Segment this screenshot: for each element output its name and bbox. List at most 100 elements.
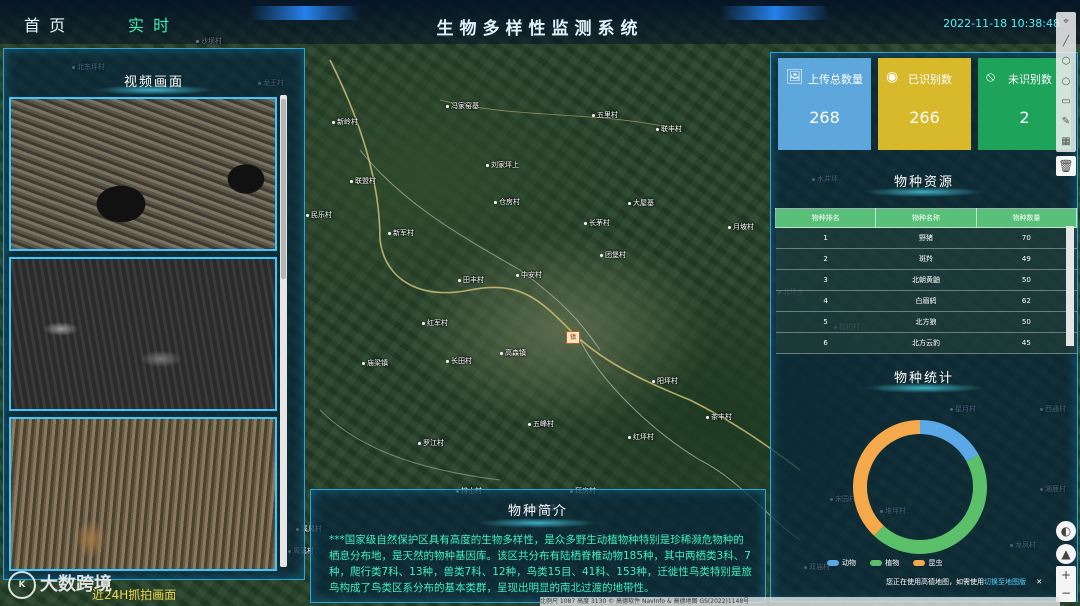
map-place-label: 联盟村: [350, 176, 376, 186]
name-cell: 斑羚: [875, 248, 977, 270]
species-intro-text: ***国家级自然保护区具有高度的生物多样性，是众多野生动植物种特别是珍稀濒危物种…: [329, 534, 752, 594]
species-intro-panel: 物种简介 ***国家级自然保护区具有高度的生物多样性，是众多野生动植物种特别是珍…: [310, 489, 766, 603]
circle-icon[interactable]: ○: [1056, 72, 1076, 92]
table-row[interactable]: 3 北朝黄鼬 50: [775, 269, 1077, 291]
video-panel-title: 视频画面: [123, 75, 184, 90]
map-place-label: 冯家窑基: [446, 101, 479, 111]
chart-legend: 动物 植物 昆虫: [815, 558, 942, 568]
compass-icon[interactable]: ▲: [1056, 544, 1076, 564]
rank-cell: 5: [775, 311, 876, 333]
rank-cell: 6: [775, 332, 876, 354]
map-place-label: 联丰村: [656, 124, 682, 134]
species-donut-chart: [853, 420, 987, 554]
video-thumbnail[interactable]: [9, 417, 277, 571]
map-place-label: 新军村: [388, 228, 414, 238]
video-panel: 视频画面: [3, 48, 305, 580]
video-scrollbar[interactable]: [280, 95, 287, 567]
donut-slice-植物[interactable]: [874, 454, 987, 554]
nav-live[interactable]: 实 时: [128, 12, 171, 36]
upload-count-value: 268: [809, 108, 840, 127]
nav-home[interactable]: 首 页: [24, 12, 67, 36]
identified-count-card[interactable]: ◉ 已识别数 266: [878, 58, 971, 150]
edit-icon[interactable]: ✎: [1056, 112, 1076, 132]
trash-icon[interactable]: 🗑: [1056, 156, 1076, 176]
zoom-in-button[interactable]: +: [1056, 566, 1076, 584]
identified-count-value: 266: [909, 108, 940, 127]
rank-cell: 3: [775, 269, 876, 291]
map-place-label: 阳坪村: [652, 376, 678, 386]
table-scrollbar[interactable]: [1066, 226, 1074, 346]
image-icon: 🖼: [786, 69, 804, 85]
eye-off-icon: ⦸: [986, 69, 996, 85]
map-place-label: 五里村: [592, 110, 618, 120]
upload-count-label: 上传总数量: [808, 73, 863, 86]
title-glow: [478, 518, 598, 528]
map-place-label: 刘家坪上: [486, 160, 519, 170]
map-place-label: 中安村: [516, 270, 542, 280]
count-cell: 50: [976, 269, 1077, 291]
legend-label-plant[interactable]: 植物: [885, 559, 899, 567]
video-thumbnail[interactable]: [9, 257, 277, 411]
rank-cell: 2: [775, 248, 876, 270]
table-row[interactable]: 5 北方狼 50: [775, 311, 1077, 333]
map-notice: 您正在使用高德地图，如需使用切换至地图版 ✕: [886, 577, 1042, 587]
donut-slice-动物[interactable]: [919, 420, 979, 462]
grid-icon[interactable]: ▦: [1056, 132, 1076, 152]
legend-swatch-plant: [870, 560, 883, 566]
table-row[interactable]: 2 斑羚 49: [775, 248, 1077, 270]
name-cell: 北方云豹: [875, 332, 977, 354]
name-cell: 北朝黄鼬: [875, 269, 977, 291]
unidentified-count-label: 未识别数: [1008, 73, 1052, 86]
name-cell: 野猪: [875, 227, 977, 249]
table-row[interactable]: 4 白眉鸫 62: [775, 290, 1077, 312]
species-stats-title: 物种统计: [893, 371, 954, 386]
table-row[interactable]: 1 野猪 70: [775, 227, 1077, 249]
map-place-label: 长茅村: [584, 218, 610, 228]
upload-count-card[interactable]: 🖼 上传总数量 268: [778, 58, 871, 150]
map-place-label: 月坡村: [728, 222, 754, 232]
table-header-row: 物种排名 物种名称 物种数量: [774, 208, 1078, 228]
rank-cell: 4: [775, 290, 876, 312]
map-toolbar: ⌖ ╱ ⬡ ○ ▭ ✎ ▦: [1056, 12, 1076, 152]
polygon-icon[interactable]: ⬡: [1056, 52, 1076, 72]
map-place-label: 大屋基: [628, 198, 654, 208]
town-marker[interactable]: 镇: [566, 331, 581, 344]
map-place-label: 仓房村: [494, 197, 520, 207]
map-place-label: 茶丰村: [706, 412, 732, 422]
logo-icon: K: [8, 571, 36, 599]
rank-cell: 1: [775, 227, 876, 249]
line-icon[interactable]: ╱: [1056, 32, 1076, 52]
map-type-icon[interactable]: ◐: [1056, 521, 1076, 541]
donut-slice-昆虫[interactable]: [853, 420, 921, 536]
eye-icon: ◉: [886, 69, 899, 85]
map-place-label: 庙梁镇: [362, 358, 388, 368]
map-place-label: 长田村: [446, 356, 472, 366]
notice-switch-link[interactable]: 切换至地图版: [984, 578, 1026, 586]
name-cell: 北方狼: [875, 311, 977, 333]
map-place-label: 民乐村: [306, 210, 332, 220]
map-place-label: 红军村: [422, 318, 448, 328]
map-place-label: 罗江村: [418, 438, 444, 448]
video-thumbnail[interactable]: [9, 97, 277, 251]
rectangle-icon[interactable]: ▭: [1056, 92, 1076, 112]
legend-label-animal[interactable]: 动物: [842, 559, 856, 567]
map-place-label: 高森镇: [500, 348, 526, 358]
species-table: 物种排名 物种名称 物种数量 1 野猪 70 2 斑羚 49 3 北朝黄鼬 50 4 白眉鸫 6…: [774, 208, 1078, 354]
species-resources-title: 物种资源: [893, 175, 954, 190]
count-cell: 50: [976, 311, 1077, 333]
map-place-label: 红坪村: [628, 432, 654, 442]
identified-count-label: 已识别数: [908, 73, 952, 86]
species-intro-title: 物种简介: [507, 504, 568, 519]
count-cell: 62: [976, 290, 1077, 312]
close-icon[interactable]: ✕: [1036, 578, 1042, 586]
count-cell: 70: [976, 227, 1077, 249]
table-row[interactable]: 6 北方云豹 45: [775, 332, 1077, 354]
datetime: 2022-11-18 10:38:48: [943, 17, 1060, 30]
map-place-label: 新岭村: [332, 117, 358, 127]
column-header-count[interactable]: 物种数量: [975, 208, 1078, 228]
pin-icon[interactable]: ⌖: [1056, 12, 1076, 32]
column-header-rank[interactable]: 物种排名: [774, 208, 877, 228]
watermark-text: 大数跨境: [40, 574, 112, 595]
column-header-name[interactable]: 物种名称: [875, 208, 977, 228]
legend-label-insect[interactable]: 昆虫: [928, 559, 942, 567]
